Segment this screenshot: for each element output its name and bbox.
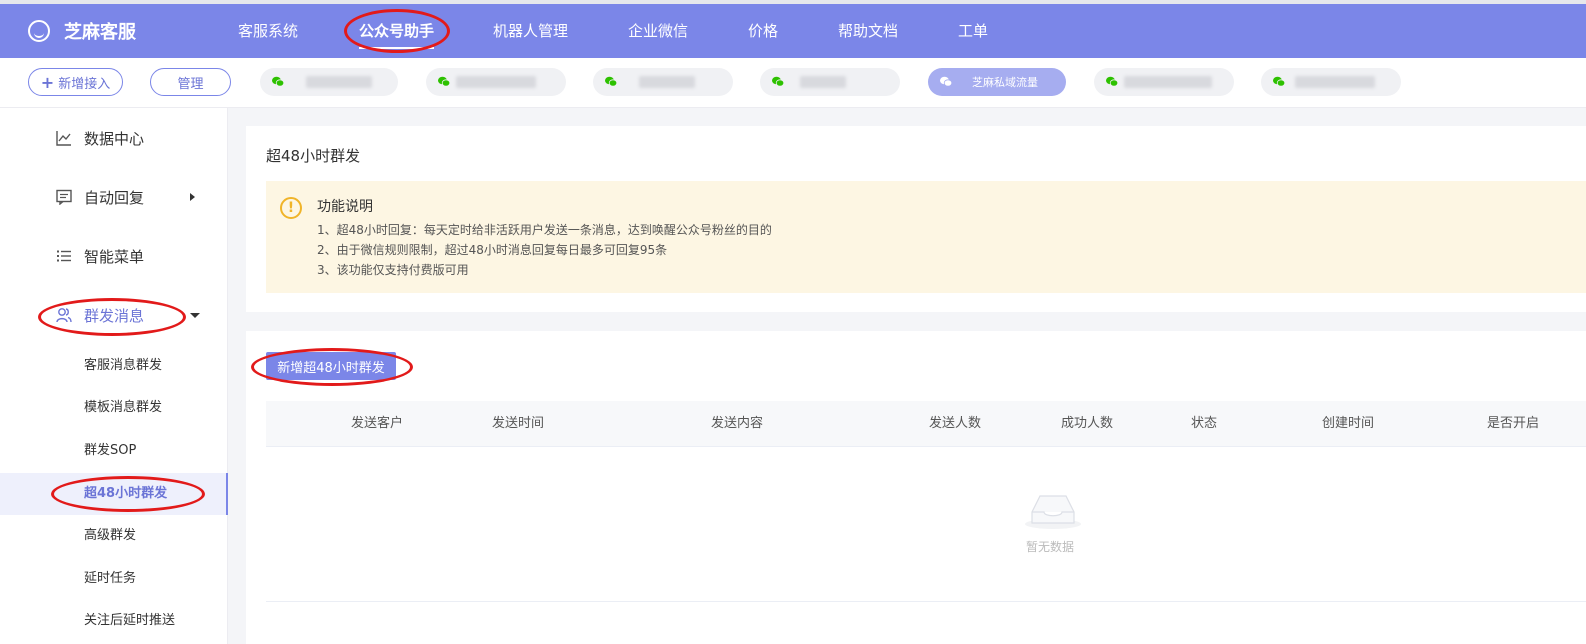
page-title: 超48小时群发 [266,147,361,165]
wechat-icon [1106,76,1118,87]
notice-line: 3、该功能仅支持付费版可用 [317,263,469,277]
account-tab[interactable] [760,68,900,96]
sidebar-subitem-delayed-task[interactable]: 延时任务 [0,558,228,600]
column-header-enabled: 是否开启 [1487,416,1540,431]
sidebar-item-label: 数据中心 [84,129,145,148]
sidebar-item-label: 自动回复 [84,188,145,207]
table-header: 发送客户 发送时间 发送内容 发送人数 成功人数 状态 创建时间 是否开启 [266,401,1586,447]
account-bar: + 新增接入 管理 芝麻私域流量 [0,58,1586,108]
empty-state-text: 暂无数据 [1026,540,1075,554]
sidebar-item-label: 群发消息 [84,306,145,325]
redacted-account-name [1124,76,1212,88]
chat-logo-icon [28,20,50,42]
add-48h-broadcast-button[interactable]: 新增超48小时群发 [266,352,396,380]
users-icon [56,308,72,323]
sidebar-item-smart-menu[interactable]: 智能菜单 [0,236,228,276]
sidebar-subitem-cs-broadcast[interactable]: 客服消息群发 [0,345,228,387]
top-navbar: 芝麻客服 客服系统 公众号助手 机器人管理 企业微信 价格 帮助文档 工单 [0,4,1586,58]
redacted-account-name [306,76,372,88]
wechat-icon [940,76,952,87]
table-bottom-border [266,601,1586,602]
sidebar: 数据中心 自动回复 智能菜单 群发消息 客服消息群发 模板消息群发 群发SOP … [0,108,228,644]
wechat-icon [1273,76,1285,87]
add-access-button[interactable]: + 新增接入 [28,68,123,96]
column-header-recipients: 发送客户 [351,416,404,431]
redacted-account-name [456,76,536,88]
sidebar-subitem-broadcast-sop[interactable]: 群发SOP [0,430,228,472]
column-header-send-count: 发送人数 [929,416,982,431]
account-tab-active[interactable]: 芝麻私域流量 [928,68,1066,96]
nav-item-tickets[interactable]: 工单 [958,4,988,58]
manage-button[interactable]: 管理 [150,68,231,96]
account-tab[interactable] [426,68,566,96]
account-tab[interactable] [1094,68,1234,96]
nav-item-customer-service[interactable]: 客服系统 [238,4,298,58]
warning-icon: ! [280,197,302,219]
sidebar-item-label: 智能菜单 [84,247,145,266]
brand-name: 芝麻客服 [64,22,136,43]
brand[interactable]: 芝麻客服 [28,4,136,58]
redacted-account-name [639,76,695,88]
column-header-success-count: 成功人数 [1061,416,1114,431]
notice-line: 2、由于微信规则限制，超过48小时消息回复每日最多可回复95条 [317,243,668,257]
sidebar-item-mass-message[interactable]: 群发消息 [0,295,228,335]
sidebar-subitem-template-broadcast[interactable]: 模板消息群发 [0,387,228,429]
sidebar-item-data-center[interactable]: 数据中心 [0,118,228,158]
active-account-name: 芝麻私域流量 [972,76,1038,89]
wechat-icon [772,76,784,87]
column-header-content: 发送内容 [711,416,764,431]
table-card [246,331,1586,644]
wechat-icon [272,76,284,87]
chart-icon [56,131,71,146]
wechat-icon [605,76,617,87]
account-tab[interactable] [1261,68,1401,96]
notice-title: 功能说明 [317,199,373,215]
feature-notice: ! 功能说明 1、超48小时回复：每天定时给非活跃用户发送一条消息，达到唤醒公众… [266,181,1586,293]
empty-inbox-icon [1025,495,1081,529]
sidebar-subitem-48h-broadcast[interactable]: 超48小时群发 [0,473,228,515]
nav-item-pricing[interactable]: 价格 [748,4,778,58]
notice-line: 1、超48小时回复：每天定时给非活跃用户发送一条消息，达到唤醒公众号粉丝的目的 [317,223,772,237]
chevron-right-icon [190,193,195,201]
plus-icon: + [40,72,55,92]
redacted-account-name [1295,76,1375,88]
nav-item-official-account-assistant[interactable]: 公众号助手 [359,4,435,58]
column-header-send-time: 发送时间 [492,416,545,431]
sidebar-subitem-follow-delayed-push[interactable]: 关注后延时推送 [0,600,228,642]
nav-item-help-docs[interactable]: 帮助文档 [838,4,898,58]
nav-item-wecom[interactable]: 企业微信 [628,4,688,58]
account-tab[interactable] [260,68,398,96]
redacted-account-name [800,76,846,88]
nav-item-robot-management[interactable]: 机器人管理 [493,4,568,58]
add-access-label: 新增接入 [58,76,111,92]
wechat-icon [438,76,450,87]
column-header-status: 状态 [1191,416,1218,431]
account-tab[interactable] [593,68,733,96]
list-icon [57,250,71,262]
column-header-created-time: 创建时间 [1322,416,1375,431]
chevron-down-icon [190,312,200,318]
message-icon [56,189,72,205]
sidebar-item-auto-reply[interactable]: 自动回复 [0,177,228,217]
sidebar-subitem-advanced-broadcast[interactable]: 高级群发 [0,515,228,557]
